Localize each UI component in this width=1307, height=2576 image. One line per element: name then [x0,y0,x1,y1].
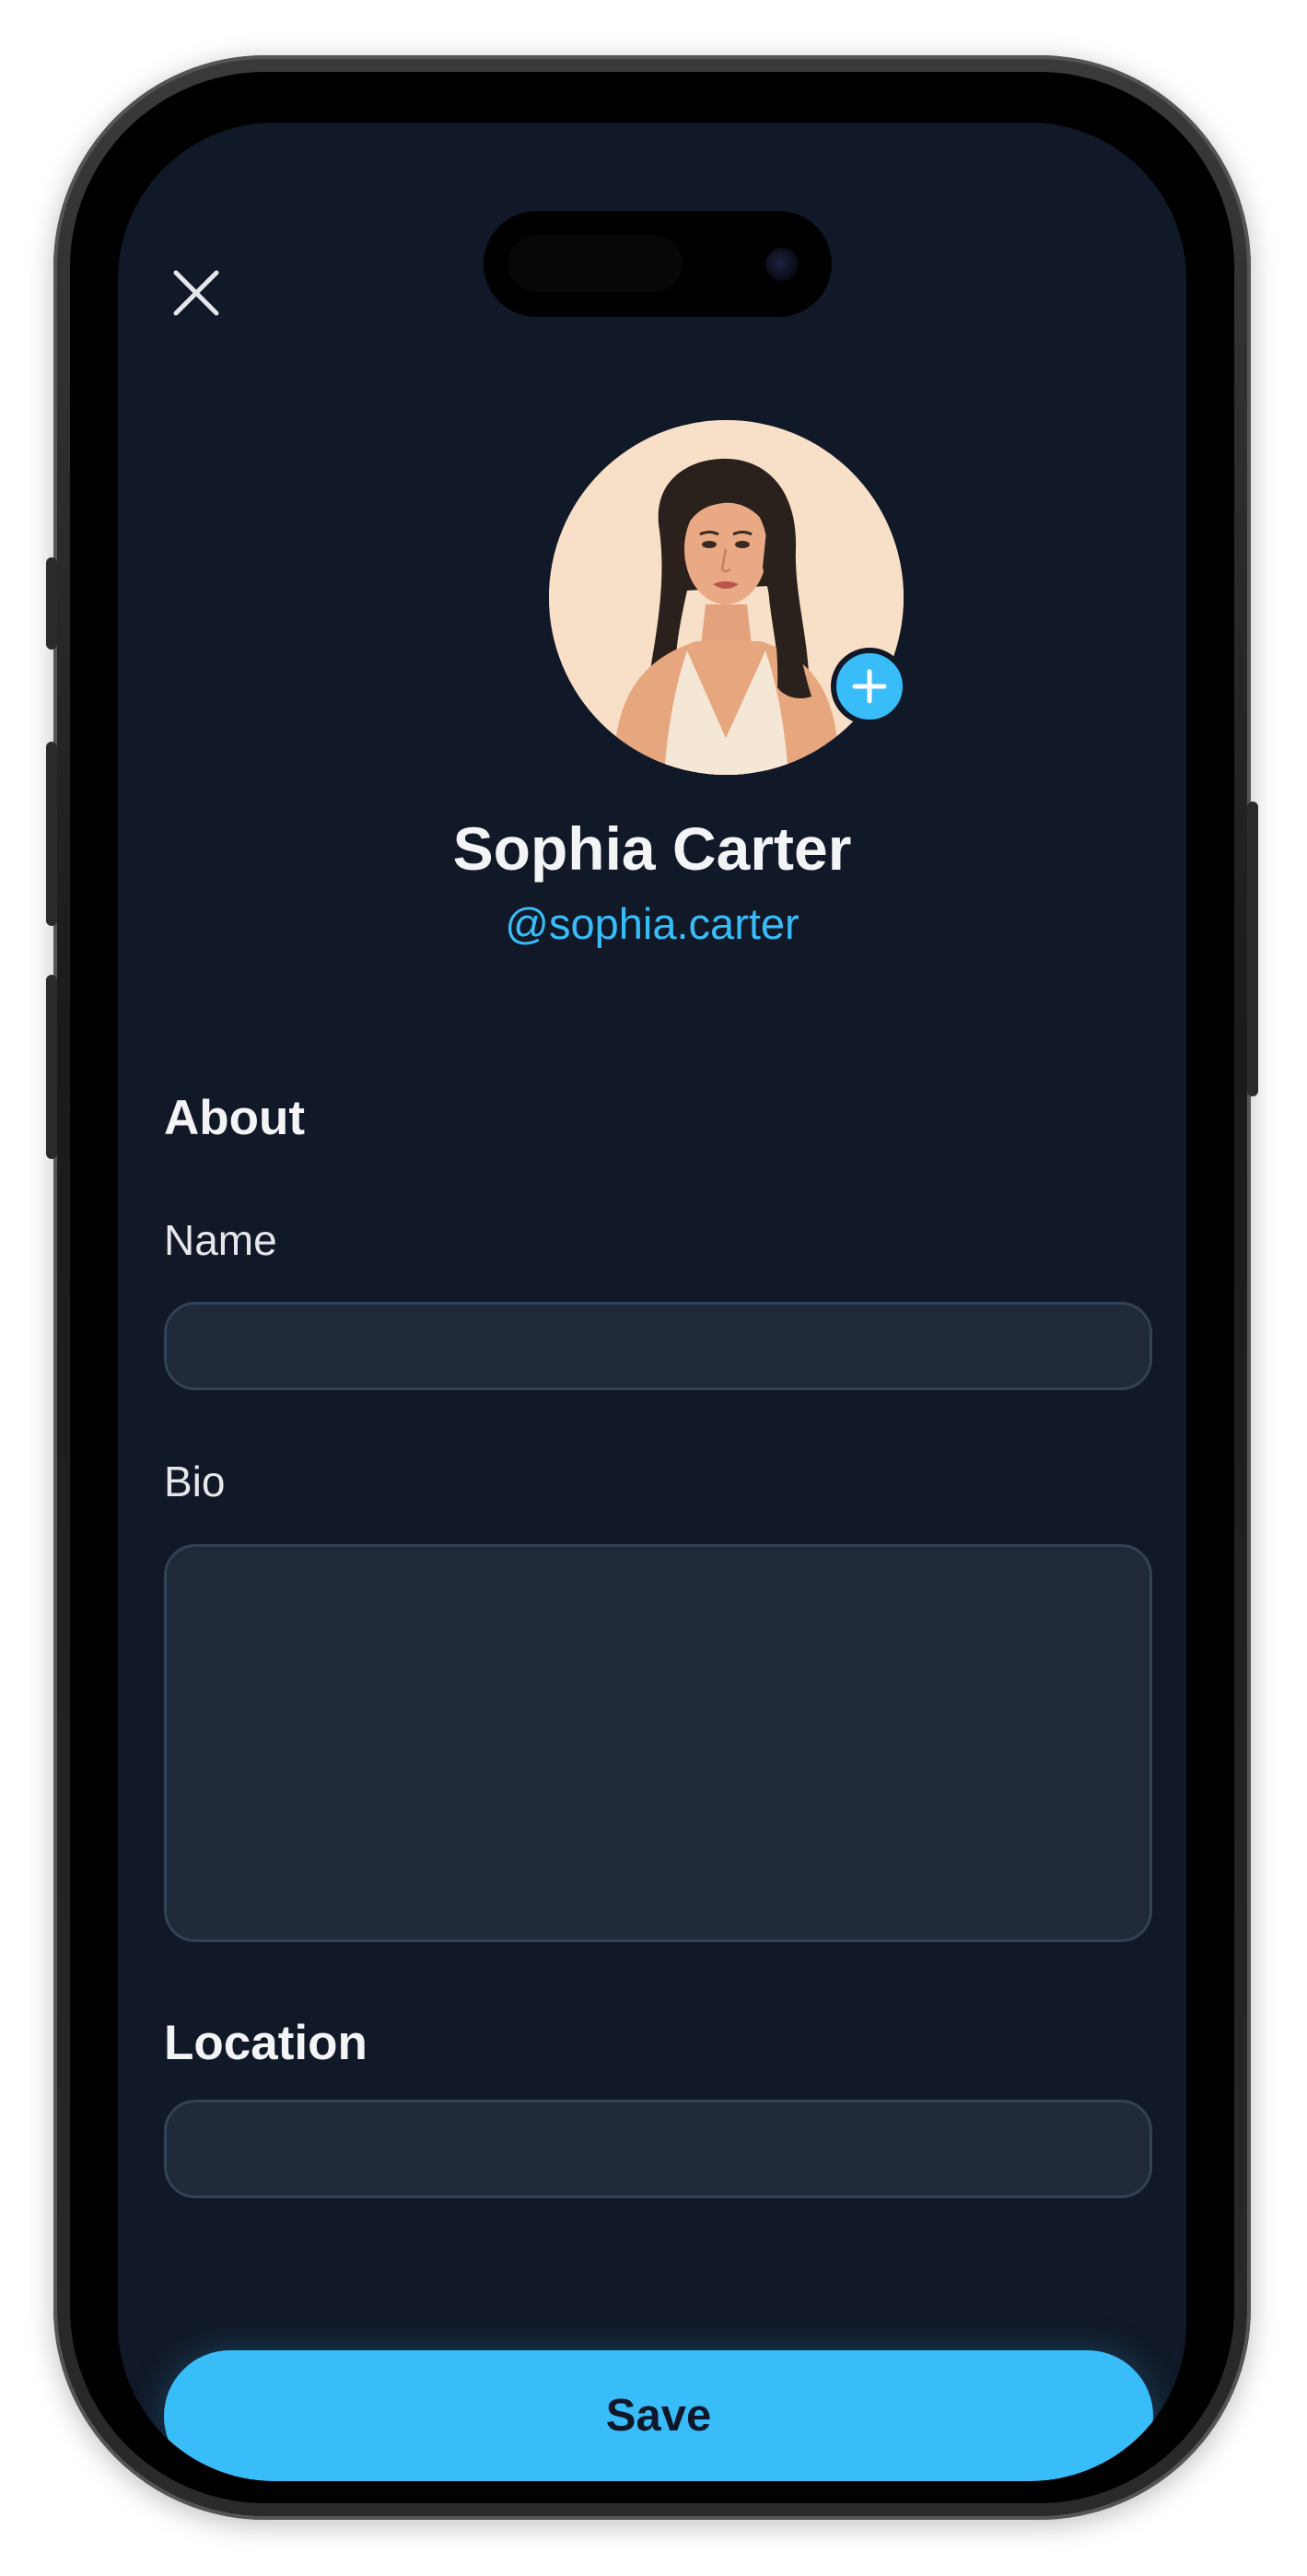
front-camera [765,248,799,281]
profile-name: Sophia Carter [452,814,852,883]
phone-bezel: Sophia Carter @sophia.carter About Name … [70,72,1234,2503]
name-input[interactable] [164,1302,1152,1390]
close-button[interactable] [167,263,226,322]
avatar-illustration [549,420,904,775]
avatar-container [549,420,908,775]
close-icon [173,270,219,316]
phone-frame: Sophia Carter @sophia.carter About Name … [46,55,1258,2520]
profile-handle: @sophia.carter [505,899,799,948]
action-button [46,557,57,650]
location-section-title: Location [164,2016,368,2070]
location-input[interactable] [164,2100,1152,2198]
edit-profile-screen: Sophia Carter @sophia.carter About Name … [118,123,1186,2481]
power-button [1247,802,1258,1096]
dynamic-island [484,211,832,317]
avatar[interactable] [549,420,904,775]
about-section-title: About [164,1091,306,1145]
volume-up-button [46,742,57,926]
volume-down-button [46,975,57,1159]
bio-label: Bio [164,1458,226,1505]
bio-textarea[interactable] [164,1544,1152,1942]
name-label: Name [164,1216,277,1264]
add-photo-button[interactable] [831,648,908,725]
plus-icon [852,669,887,704]
save-button[interactable]: Save [164,2350,1153,2481]
